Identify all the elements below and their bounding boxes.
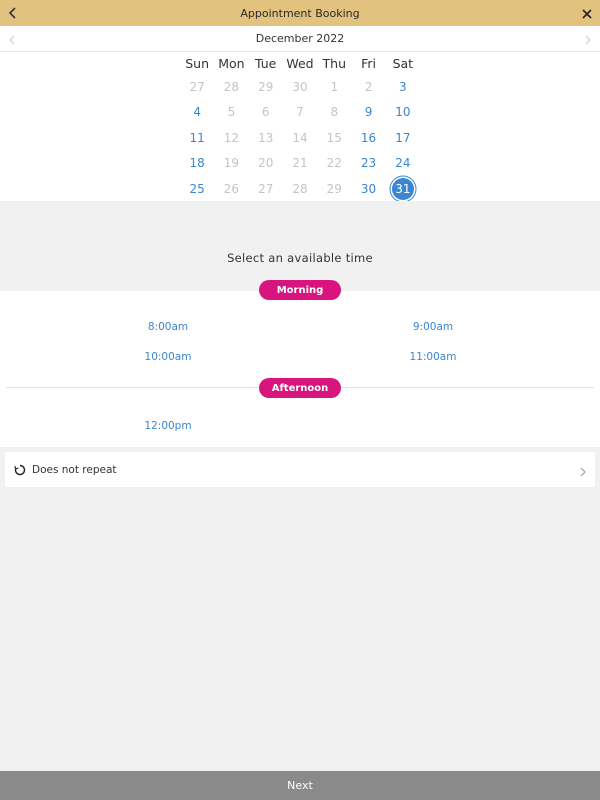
- calendar-day-disabled: 6: [261, 105, 270, 120]
- calendar-day-disabled: 29: [326, 181, 342, 196]
- next-button[interactable]: Next: [0, 771, 600, 800]
- calendar-day-disabled: 28: [223, 79, 240, 94]
- header-bar: Appointment Booking: [0, 0, 600, 26]
- time-slot[interactable]: 12:00pm: [128, 420, 208, 432]
- calendar-day-selected[interactable]: 31: [386, 177, 420, 200]
- calendar-day-disabled: 30: [292, 79, 308, 94]
- morning-section-label: Morning: [259, 280, 341, 300]
- calendar-grid: Sun Mon Tue Wed Thu Fri Sat 27 28 29 30 1 2 3 4 5 6 7 8 9 1…: [180, 52, 420, 202]
- calendar-week-row: 18 19 20 21 22 23 24: [180, 151, 420, 177]
- weekday-label: Thu: [322, 55, 346, 71]
- calendar-day[interactable]: 30: [351, 182, 385, 196]
- calendar-day-disabled: 5: [227, 105, 236, 120]
- calendar: Sun Mon Tue Wed Thu Fri Sat 27 28 29 30 1 2 3 4 5 6 7 8 9 1…: [0, 52, 600, 201]
- calendar-day-disabled: 2: [364, 79, 373, 94]
- chevron-left-icon: [8, 30, 16, 49]
- calendar-week-row: 27 28 29 30 1 2 3: [180, 74, 420, 100]
- calendar-day-disabled: 27: [189, 79, 205, 94]
- calendar-day[interactable]: 11: [180, 131, 214, 145]
- calendar-day[interactable]: 17: [386, 131, 420, 145]
- calendar-day-disabled: 20: [258, 156, 274, 171]
- time-slot[interactable]: 11:00am: [393, 351, 473, 363]
- weekday-label: Tue: [255, 55, 277, 71]
- time-prompt: Select an available time: [227, 251, 373, 265]
- time-slots-panel: Morning 8:00am 9:00am 10:00am 11:00am Af…: [0, 280, 600, 447]
- calendar-day[interactable]: 16: [351, 131, 385, 145]
- chevron-left-icon: [8, 4, 18, 23]
- calendar-day-disabled: 29: [258, 79, 274, 94]
- calendar-day[interactable]: 24: [386, 156, 420, 170]
- calendar-day-disabled: 26: [223, 181, 240, 196]
- time-slot[interactable]: 8:00am: [128, 321, 208, 333]
- time-slot[interactable]: 9:00am: [393, 321, 473, 333]
- back-button[interactable]: [0, 0, 26, 26]
- calendar-day-disabled: 15: [326, 130, 342, 145]
- calendar-day-disabled: 8: [330, 105, 339, 120]
- month-navigation: December 2022: [0, 26, 600, 52]
- calendar-week-row: 25 26 27 28 29 30 31: [180, 176, 420, 202]
- calendar-day[interactable]: 10: [386, 105, 420, 119]
- chevron-right-icon: [579, 463, 587, 482]
- calendar-day-disabled: 13: [258, 130, 274, 145]
- calendar-day-disabled: 7: [296, 105, 304, 120]
- weekday-header-row: Sun Mon Tue Wed Thu Fri Sat: [180, 52, 420, 74]
- calendar-day-disabled: 21: [292, 156, 308, 171]
- repeat-label: Does not repeat: [32, 463, 117, 476]
- month-label: December 2022: [255, 32, 345, 45]
- previous-month-button[interactable]: [0, 26, 24, 52]
- page-title: Appointment Booking: [240, 6, 360, 20]
- calendar-day[interactable]: 3: [386, 80, 420, 94]
- calendar-day-disabled: 22: [326, 156, 342, 171]
- calendar-day-disabled: 12: [223, 130, 240, 145]
- calendar-week-row: 11 12 13 14 15 16 17: [180, 125, 420, 151]
- time-prompt-section: Select an available time: [0, 201, 600, 291]
- calendar-day-disabled: 19: [223, 156, 240, 171]
- calendar-day[interactable]: 18: [180, 156, 214, 170]
- calendar-day[interactable]: 25: [180, 182, 214, 196]
- chevron-right-icon: [584, 30, 592, 49]
- weekday-label: Fri: [361, 55, 376, 71]
- calendar-day[interactable]: 23: [351, 156, 385, 170]
- weekday-label: Mon: [218, 55, 245, 71]
- calendar-day-disabled: 1: [330, 79, 339, 94]
- weekday-label: Wed: [286, 55, 314, 71]
- calendar-day[interactable]: 9: [351, 105, 385, 119]
- calendar-day-disabled: 14: [292, 130, 308, 145]
- calendar-day[interactable]: 4: [180, 105, 214, 119]
- calendar-day-disabled: 27: [258, 181, 274, 196]
- weekday-label: Sat: [392, 55, 414, 71]
- repeat-option-row[interactable]: Does not repeat: [5, 452, 595, 487]
- calendar-week-row: 4 5 6 7 8 9 10: [180, 100, 420, 126]
- time-slot[interactable]: 10:00am: [128, 351, 208, 363]
- selected-day-number: 31: [391, 177, 414, 200]
- next-button-label: Next: [287, 779, 313, 792]
- next-month-button[interactable]: [576, 26, 600, 52]
- afternoon-section-label: Afternoon: [259, 378, 341, 398]
- repeat-icon: [14, 464, 26, 476]
- close-icon: [582, 4, 592, 23]
- weekday-label: Sun: [185, 55, 210, 71]
- calendar-day-disabled: 28: [292, 181, 308, 196]
- close-button[interactable]: [574, 0, 600, 26]
